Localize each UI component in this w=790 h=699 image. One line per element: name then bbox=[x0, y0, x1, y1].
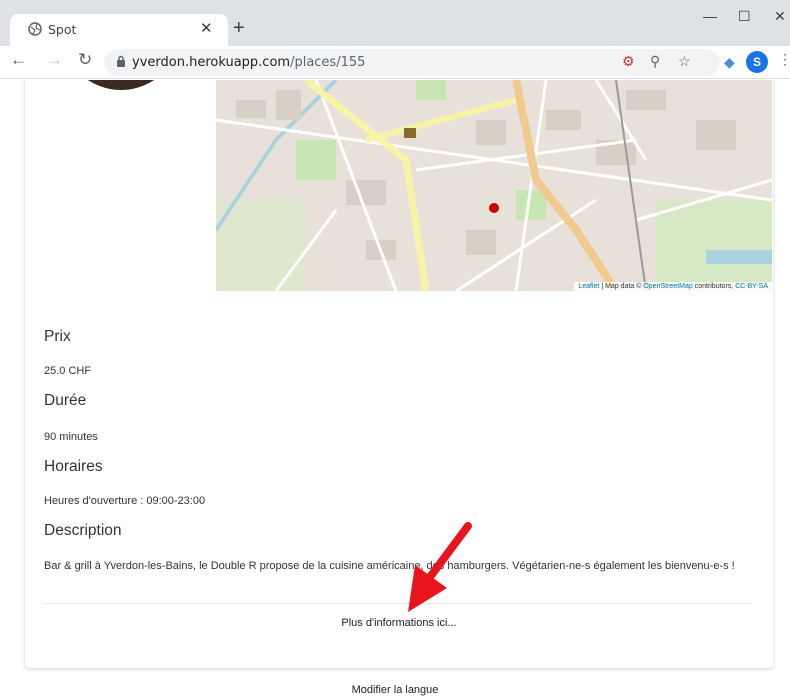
maximize-icon[interactable]: ☐ bbox=[738, 8, 751, 25]
page-viewport: Leaflet | Map data © OpenStreetMap contr… bbox=[0, 80, 790, 699]
address-bar[interactable]: yverdon.herokuapp.com/places/155 ⚙ ⚲ ☆ bbox=[104, 49, 720, 76]
lock-icon bbox=[117, 55, 125, 67]
browser-tab[interactable]: Spot ✕ bbox=[10, 14, 228, 46]
tab-close-icon[interactable]: ✕ bbox=[200, 19, 213, 37]
globe-icon bbox=[28, 22, 42, 36]
tab-title: Spot bbox=[48, 22, 77, 37]
attribution-contrib: contributors, bbox=[692, 283, 736, 290]
zoom-icon[interactable]: ⚲ bbox=[650, 53, 660, 70]
divider bbox=[44, 603, 752, 604]
description-text: Bar & grill à Yverdon-les-Bains, le Doub… bbox=[44, 560, 735, 572]
map[interactable]: Leaflet | Map data © OpenStreetMap contr… bbox=[216, 80, 772, 291]
price-heading: Prix bbox=[44, 328, 71, 345]
url-domain: yverdon.herokuapp.com bbox=[132, 55, 291, 70]
profile-avatar[interactable]: S bbox=[746, 51, 768, 73]
back-arrow-icon[interactable]: ← bbox=[10, 50, 27, 70]
url-path: /places/155 bbox=[290, 55, 366, 70]
duration-heading: Durée bbox=[44, 392, 87, 409]
browser-toolbar: ← → ↻ yverdon.herokuapp.com/places/155 ⚙… bbox=[0, 46, 790, 79]
reload-icon[interactable]: ↻ bbox=[78, 50, 92, 70]
hours-value: Heures d'ouverture : 09:00-23:00 bbox=[44, 495, 206, 507]
menu-dots-icon[interactable]: ⋮ bbox=[778, 51, 790, 68]
hours-heading: Horaires bbox=[44, 458, 103, 475]
translate-icon[interactable]: ⚙ bbox=[622, 53, 635, 70]
new-tab-icon[interactable]: + bbox=[233, 17, 245, 40]
map-tiles bbox=[216, 80, 772, 291]
leaflet-link[interactable]: Leaflet bbox=[578, 283, 599, 290]
place-image bbox=[61, 80, 181, 90]
window-close-icon[interactable]: ✕ bbox=[774, 8, 786, 25]
url-text: yverdon.herokuapp.com/places/155 bbox=[132, 55, 365, 70]
map-attribution: Leaflet | Map data © OpenStreetMap contr… bbox=[574, 282, 772, 291]
price-value: 25.0 CHF bbox=[44, 365, 92, 377]
place-card: Leaflet | Map data © OpenStreetMap contr… bbox=[25, 80, 773, 668]
more-info-link[interactable]: Plus d'informations ici... bbox=[25, 617, 773, 629]
license-link[interactable]: CC-BY-SA bbox=[735, 283, 768, 290]
change-language-link[interactable]: Modifier la langue bbox=[0, 684, 790, 696]
description-heading: Description bbox=[44, 522, 122, 539]
osm-link[interactable]: OpenStreetMap bbox=[643, 283, 692, 290]
browser-tab-bar: Spot ✕ + — ☐ ✕ bbox=[0, 0, 790, 46]
minimize-icon[interactable]: — bbox=[703, 8, 717, 24]
duration-value: 90 minutes bbox=[44, 431, 98, 443]
extension-icon[interactable]: ◆ bbox=[724, 54, 735, 71]
attribution-text: | Map data © bbox=[599, 283, 644, 290]
bookmark-star-icon[interactable]: ☆ bbox=[678, 53, 691, 70]
forward-arrow-icon[interactable]: → bbox=[46, 50, 63, 70]
